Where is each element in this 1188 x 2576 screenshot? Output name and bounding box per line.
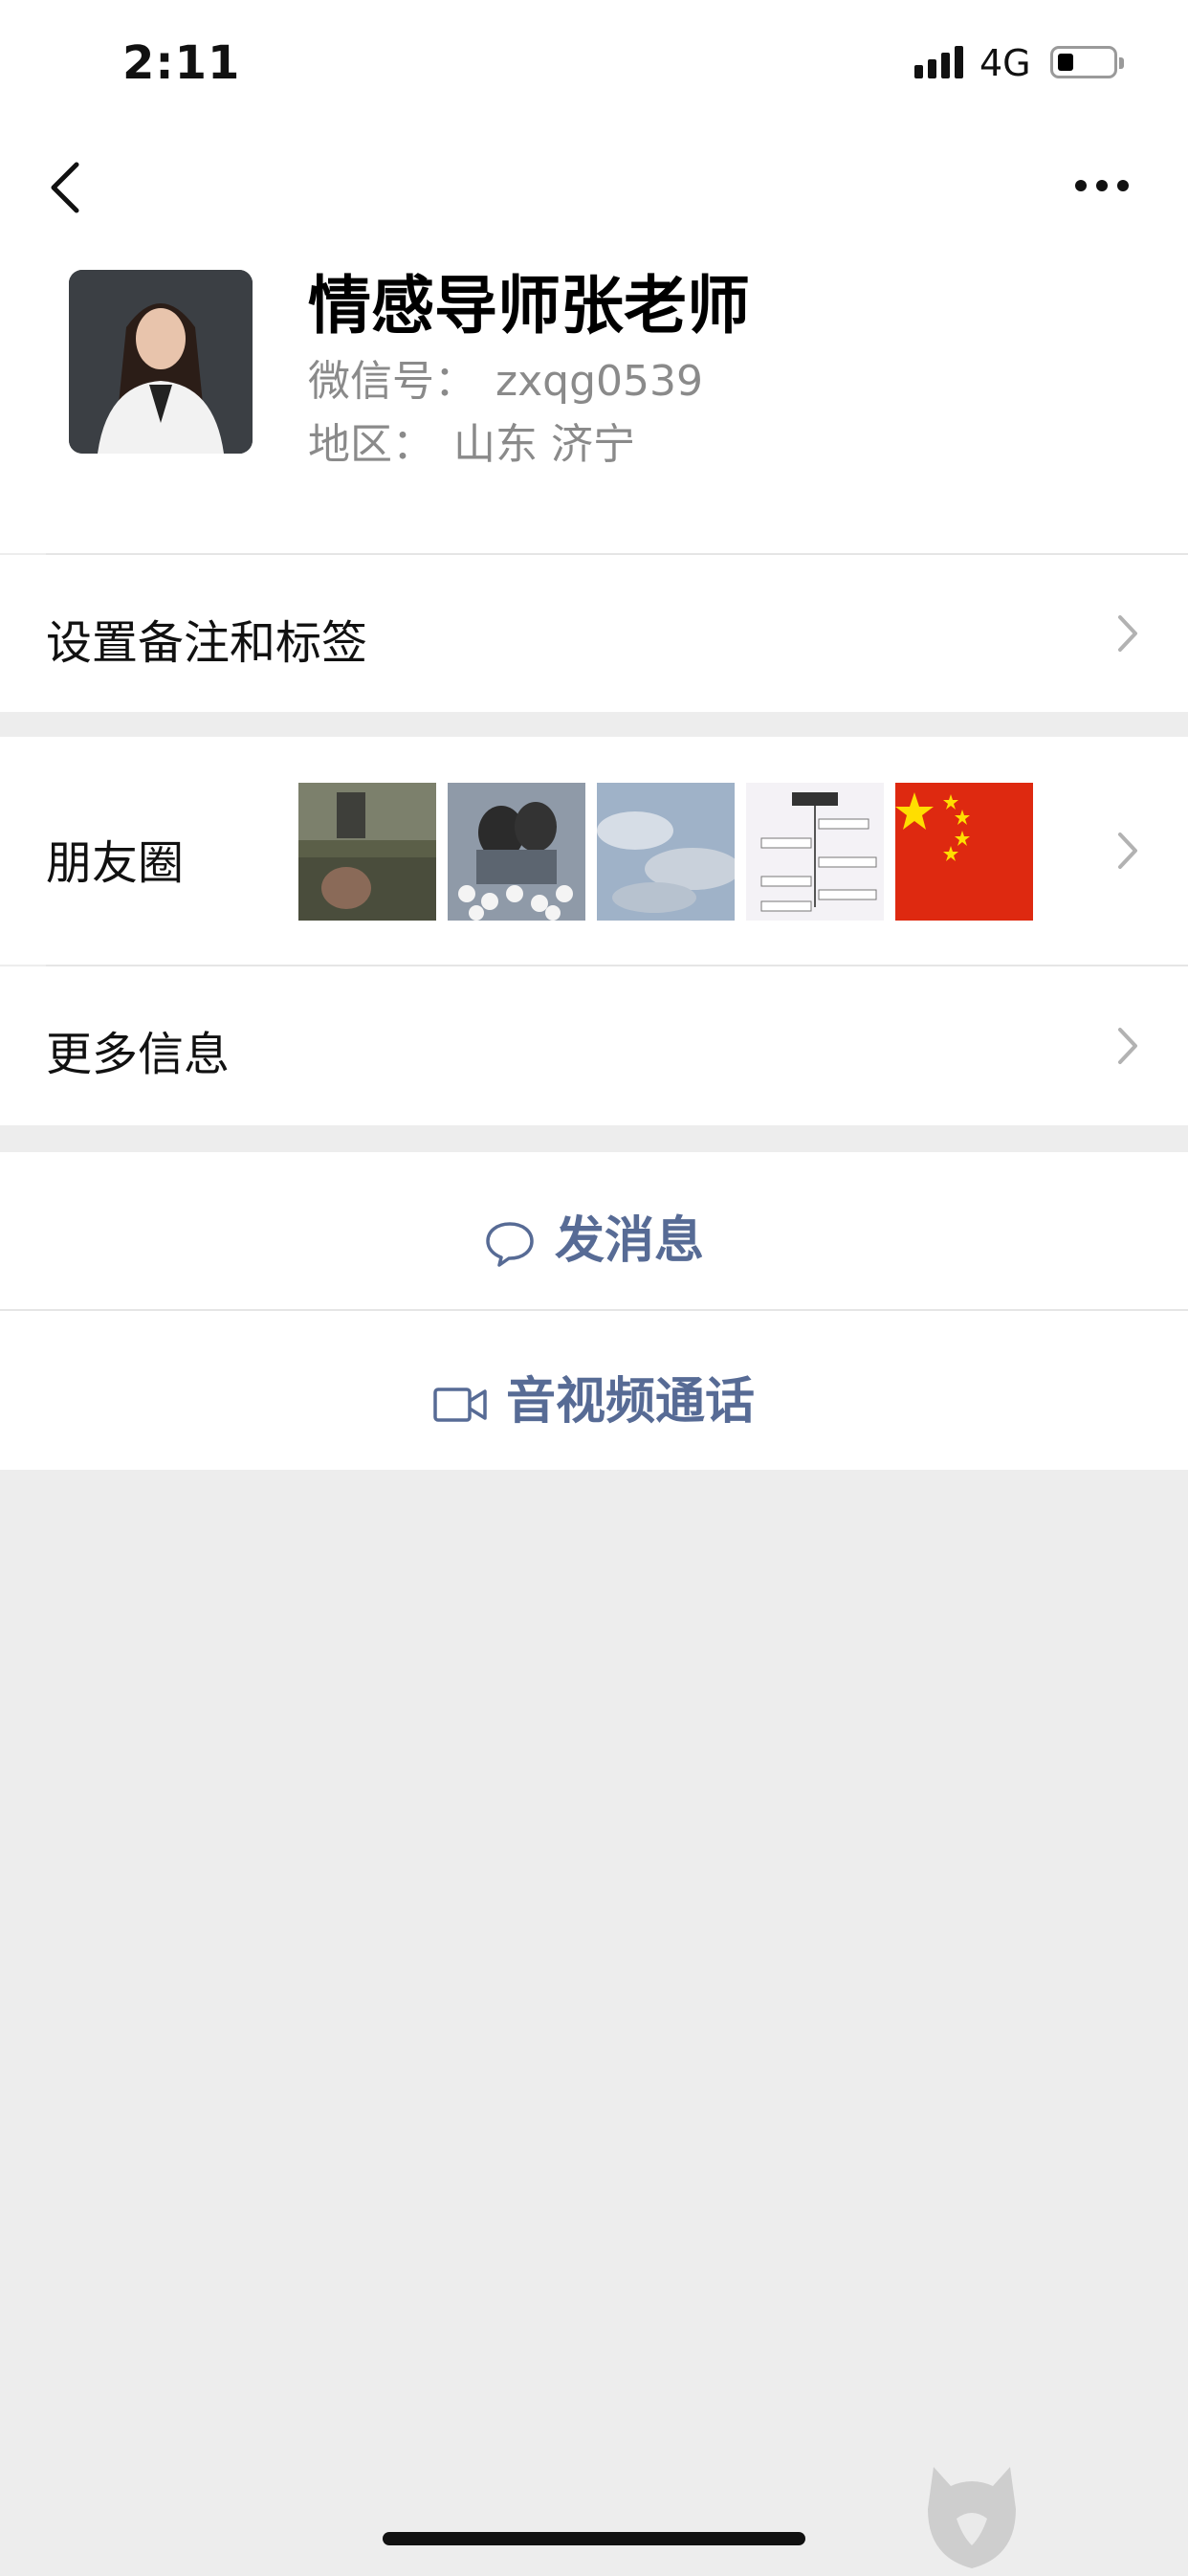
battery-icon: [1050, 46, 1124, 78]
moments-photo-icon: [448, 783, 585, 921]
more-info-row[interactable]: 更多信息: [0, 966, 1188, 1125]
ellipsis-icon[interactable]: [1073, 178, 1131, 193]
flag-icon: [895, 783, 1033, 921]
chevron-left-icon[interactable]: [46, 159, 84, 216]
send-message-label: 发消息: [554, 1212, 704, 1270]
network-type: 4G: [979, 42, 1031, 84]
black-cat-logo-icon: [928, 2467, 1016, 2568]
more-info-label: 更多信息: [46, 1028, 231, 1081]
region: 地区： 山东 济宁: [308, 410, 635, 471]
wechat-id: 微信号： zxqg0539: [308, 346, 703, 408]
status-time: 2:11: [122, 36, 241, 90]
profile-nickname: 情感导师张老师: [308, 269, 750, 343]
wechat-id-value: zxqg0539: [495, 357, 703, 406]
moments-photo-icon: [298, 783, 436, 921]
send-message-button[interactable]: 发消息: [0, 1152, 1188, 1309]
moments-photo-icon: [597, 783, 735, 921]
signal-icon: [914, 46, 963, 78]
home-indicator[interactable]: [383, 2532, 805, 2545]
remark-row[interactable]: 设置备注和标签: [0, 555, 1188, 712]
chat-bubble-icon: [486, 1222, 534, 1267]
video-camera-icon: [433, 1388, 487, 1422]
moments-photo-icon: [746, 783, 884, 921]
chevron-right-icon: [1118, 1028, 1137, 1064]
wechat-id-label: 微信号：: [308, 357, 476, 406]
video-call-label: 音视频通话: [505, 1373, 755, 1431]
avatar[interactable]: [69, 270, 253, 454]
chevron-right-icon: [1118, 615, 1137, 652]
moments-label: 朋友圈: [46, 836, 185, 890]
region-value: 山东 济宁: [453, 420, 635, 469]
moments-row[interactable]: 朋友圈: [0, 737, 1188, 965]
video-call-button[interactable]: 音视频通话: [0, 1311, 1188, 1470]
region-label: 地区：: [308, 420, 434, 469]
watermark: [928, 2459, 1188, 2572]
chevron-right-icon: [1118, 833, 1137, 869]
remark-label: 设置备注和标签: [46, 616, 368, 670]
